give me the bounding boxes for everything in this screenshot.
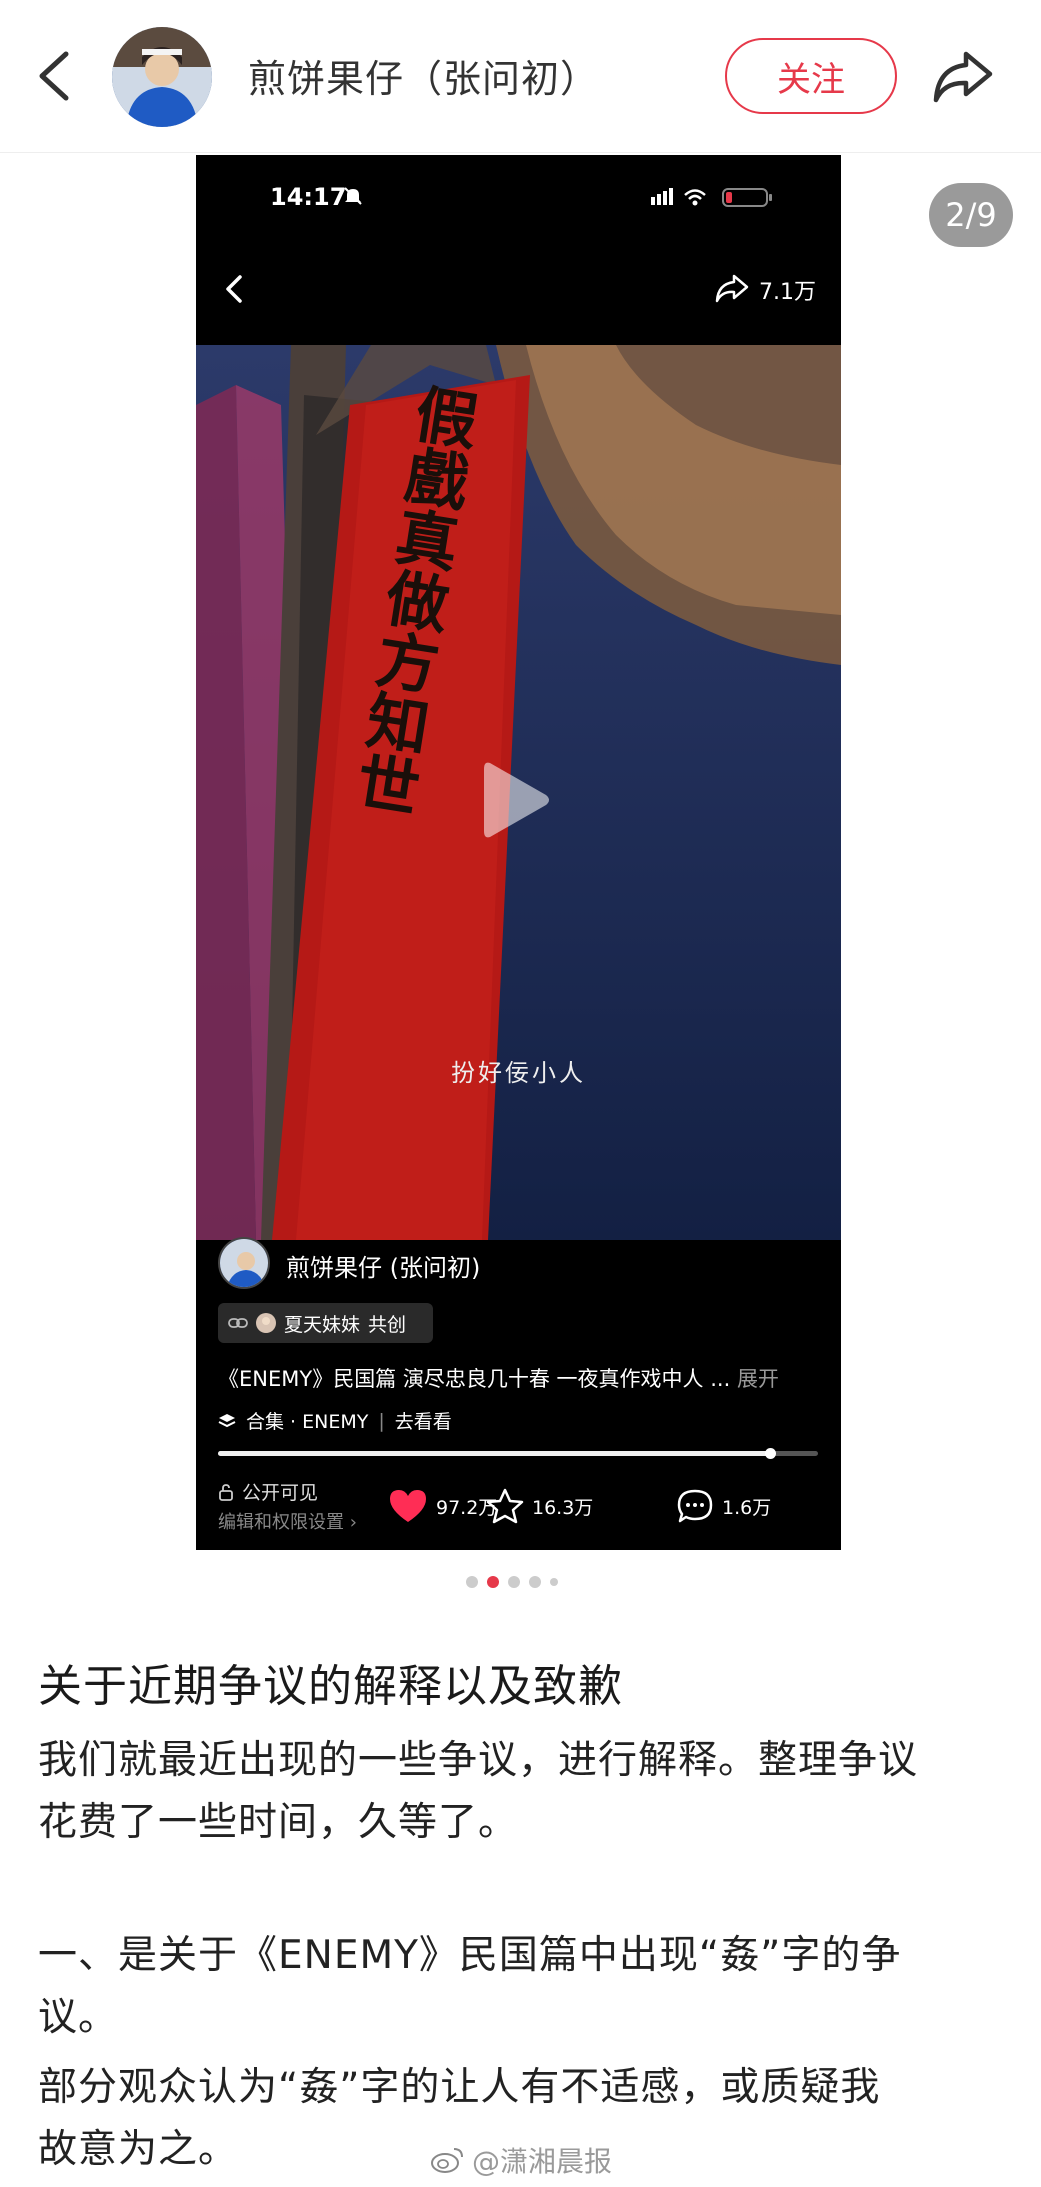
video-author-avatar[interactable] bbox=[218, 1237, 270, 1289]
page-counter: 2/9 bbox=[929, 183, 1013, 247]
favorite-stat[interactable]: 16.3万 bbox=[486, 1488, 593, 1524]
post-header: 煎饼果仔（张问初） 关注 bbox=[0, 0, 1041, 153]
article-paragraph-2: 一、是关于《ENEMY》民国篇中出现“姦”字的争 议。 bbox=[38, 1925, 1003, 2049]
comment-bubble-icon bbox=[677, 1489, 713, 1523]
favorite-count: 16.3万 bbox=[532, 1496, 594, 1519]
expand-link[interactable]: 展开 bbox=[737, 1367, 779, 1391]
weibo-watermark: @潇湘晨报 bbox=[430, 2140, 612, 2180]
carousel-dot[interactable] bbox=[550, 1578, 558, 1586]
video-author-name[interactable]: 煎饼果仔 (张问初) bbox=[286, 1248, 480, 1283]
video-caption-text: 《ENEMY》民国篇 演尽忠良几十春 一夜真作戏中人 ... bbox=[218, 1367, 731, 1391]
video-share-icon[interactable] bbox=[714, 271, 750, 305]
video-caption[interactable]: 《ENEMY》民国篇 演尽忠良几十春 一夜真作戏中人 ... 展开 bbox=[218, 1363, 779, 1393]
video-subtitle: 扮好佞小人 bbox=[451, 1059, 586, 1087]
heart-icon bbox=[390, 1490, 426, 1522]
carousel-dot[interactable] bbox=[466, 1576, 478, 1588]
watermark-text: @潇湘晨报 bbox=[472, 2145, 613, 2178]
link-icon bbox=[228, 1318, 248, 1328]
collection-separator: | bbox=[378, 1409, 385, 1432]
paragraph-line: 一、是关于《ENEMY》民国篇中出现“姦”字的争 bbox=[38, 1933, 902, 1978]
paragraph-line: 花费了一些时间，久等了。 bbox=[38, 1800, 519, 1845]
weibo-logo-icon bbox=[431, 2148, 463, 2173]
back-button[interactable] bbox=[30, 44, 80, 108]
carousel-image-phone-screenshot[interactable]: 14:17 7.1万 假戲真做方知世 扮好佞小人 煎饼果仔 (张问初) 夏天妹妹… bbox=[196, 155, 841, 1550]
collection-row[interactable]: 合集 · ENEMY | 去看看 bbox=[218, 1407, 452, 1434]
video-progress-fill bbox=[218, 1451, 770, 1456]
status-time: 14:17 bbox=[270, 183, 347, 211]
visibility-label: 公开可见 bbox=[242, 1482, 319, 1504]
carousel-dot-active[interactable] bbox=[487, 1576, 499, 1588]
paragraph-line: 部分观众认为“姦”字的让人有不适感，或质疑我 bbox=[38, 2065, 881, 2110]
carousel-dot[interactable] bbox=[508, 1576, 520, 1588]
chevron-left-icon bbox=[39, 51, 69, 101]
video-back-icon[interactable] bbox=[216, 265, 250, 313]
star-icon bbox=[486, 1488, 524, 1524]
follow-button[interactable]: 关注 bbox=[725, 38, 897, 114]
lock-icon bbox=[219, 1483, 233, 1501]
mute-bell-icon bbox=[344, 187, 362, 205]
edit-settings-link[interactable]: 编辑和权限设置 › bbox=[218, 1508, 357, 1534]
status-bar-icons bbox=[651, 188, 772, 207]
video-progress-knob[interactable] bbox=[765, 1448, 776, 1459]
collection-label: 合集 · ENEMY bbox=[246, 1411, 369, 1433]
collab-tag: 共创 bbox=[368, 1313, 407, 1336]
article-paragraph-1: 我们就最近出现的一些争议，进行解释。整理争议 花费了一些时间，久等了。 bbox=[38, 1730, 1003, 1854]
like-stat[interactable]: 97.2万 bbox=[388, 1488, 497, 1524]
video-frame[interactable]: 假戲真做方知世 扮好佞小人 bbox=[196, 345, 841, 1240]
carousel-dot[interactable] bbox=[529, 1576, 541, 1588]
collection-link[interactable]: 去看看 bbox=[395, 1407, 452, 1434]
comment-count: 1.6万 bbox=[722, 1496, 772, 1519]
paragraph-line: 议。 bbox=[38, 1995, 119, 2040]
visibility-row[interactable]: 公开可见 bbox=[218, 1478, 318, 1505]
video-share-count: 7.1万 bbox=[759, 280, 816, 305]
author-avatar[interactable] bbox=[112, 27, 212, 127]
collab-avatar bbox=[256, 1313, 276, 1333]
share-button[interactable] bbox=[928, 44, 998, 108]
carousel-dots[interactable] bbox=[466, 1576, 558, 1588]
collab-name: 夏天妹妹 bbox=[284, 1313, 361, 1336]
paragraph-line: 我们就最近出现的一些争议，进行解释。整理争议 bbox=[38, 1738, 919, 1783]
avatar-image bbox=[112, 27, 212, 127]
share-arrow-icon bbox=[933, 51, 993, 103]
play-icon[interactable] bbox=[476, 755, 556, 845]
video-progress-bar[interactable] bbox=[218, 1448, 818, 1459]
comment-stat[interactable]: 1.6万 bbox=[676, 1488, 771, 1524]
article-title: 关于近期争议的解释以及致歉 bbox=[38, 1661, 623, 1712]
author-name[interactable]: 煎饼果仔（张问初） bbox=[248, 48, 599, 103]
layers-icon bbox=[218, 1413, 236, 1427]
collab-chip[interactable]: 夏天妹妹 共创 bbox=[218, 1303, 433, 1343]
